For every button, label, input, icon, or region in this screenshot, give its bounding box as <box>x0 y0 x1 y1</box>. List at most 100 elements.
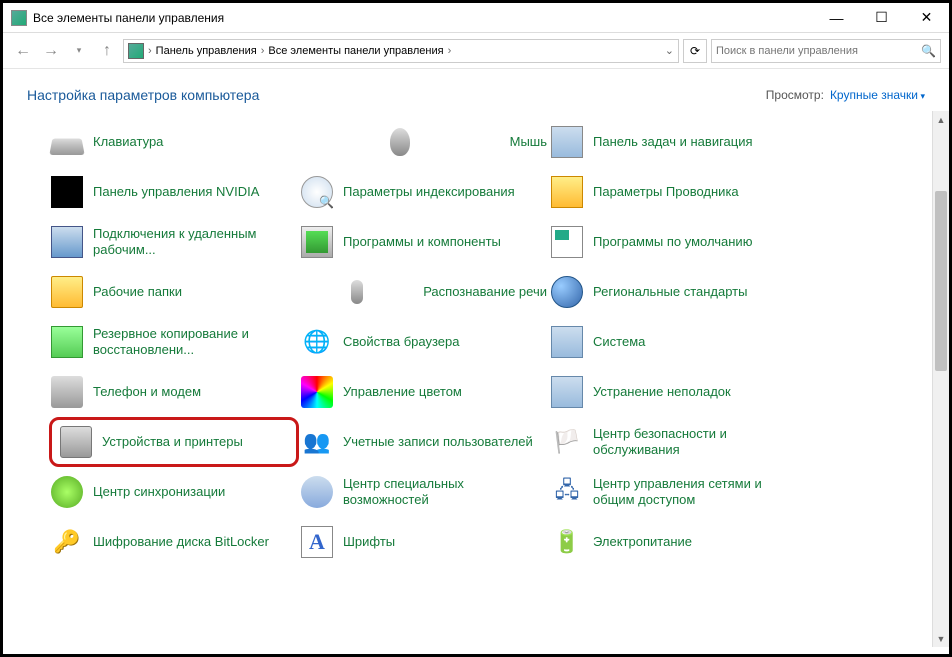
close-button[interactable]: ✕ <box>904 3 949 32</box>
forward-button[interactable]: → <box>39 39 63 63</box>
titlebar: Все элементы панели управления — ☐ ✕ <box>3 3 949 33</box>
index-icon <box>301 176 333 208</box>
header-row: Настройка параметров компьютера Просмотр… <box>3 69 949 111</box>
item-browser[interactable]: Свойства браузера <box>299 317 549 367</box>
item-mouse[interactable]: Мышь <box>299 117 549 167</box>
view-label: Просмотр: <box>766 88 824 102</box>
folder-icon <box>51 276 83 308</box>
item-fonts[interactable]: Шрифты <box>299 517 549 567</box>
mic-icon <box>351 280 363 304</box>
item-color[interactable]: Управление цветом <box>299 367 549 417</box>
item-label: Центр специальных возможностей <box>343 476 547 507</box>
color-icon <box>301 376 333 408</box>
item-label: Распознавание речи <box>423 284 547 300</box>
breadcrumb-root[interactable]: Панель управления <box>156 45 257 57</box>
scrollbar[interactable]: ▲ ▼ <box>932 111 949 647</box>
item-label: Шифрование диска BitLocker <box>93 534 269 550</box>
item-defaults[interactable]: Программы по умолчанию <box>549 217 799 267</box>
navbar: ← → ▾ ↑ › Панель управления › Все элемен… <box>3 33 949 69</box>
item-label: Управление цветом <box>343 384 462 400</box>
item-sync[interactable]: Центр синхронизации <box>49 467 299 517</box>
back-button[interactable]: ← <box>11 39 35 63</box>
globe-icon <box>551 276 583 308</box>
power-icon <box>551 526 583 558</box>
item-label: Свойства браузера <box>343 334 459 350</box>
breadcrumb[interactable]: › Панель управления › Все элементы панел… <box>123 39 679 63</box>
item-nvidia[interactable]: Панель управления NVIDIA <box>49 167 299 217</box>
recent-dropdown[interactable]: ▾ <box>67 39 91 63</box>
trouble-icon <box>551 376 583 408</box>
scroll-up-icon[interactable]: ▲ <box>933 111 949 128</box>
item-keyboard[interactable]: Клавиатура <box>49 117 299 167</box>
item-trouble[interactable]: Устранение неполадок <box>549 367 799 417</box>
item-label: Учетные записи пользователей <box>343 434 533 450</box>
explorer-icon <box>551 176 583 208</box>
remote-icon <box>51 226 83 258</box>
item-phone[interactable]: Телефон и модем <box>49 367 299 417</box>
chevron-icon: › <box>261 45 265 57</box>
item-label: Центр управления сетями и общим доступом <box>593 476 797 507</box>
network-icon <box>551 476 583 508</box>
breadcrumb-dropdown[interactable]: ⌄ <box>665 44 674 57</box>
refresh-button[interactable]: ⟳ <box>683 39 707 63</box>
item-backup[interactable]: Резервное копирование и восстановлени... <box>49 317 299 367</box>
scroll-down-icon[interactable]: ▼ <box>933 630 949 647</box>
nvidia-icon <box>51 176 83 208</box>
item-label: Система <box>593 334 645 350</box>
item-mic[interactable]: Распознавание речи <box>299 267 549 317</box>
item-remote[interactable]: Подключения к удаленным рабочим... <box>49 217 299 267</box>
item-label: Параметры Проводника <box>593 184 739 200</box>
keyboard-icon <box>49 139 84 155</box>
up-button[interactable]: ↑ <box>95 39 119 63</box>
item-label: Электропитание <box>593 534 692 550</box>
item-system[interactable]: Система <box>549 317 799 367</box>
access-icon <box>301 476 333 508</box>
window-title: Все элементы панели управления <box>33 11 814 25</box>
users-icon <box>301 426 333 458</box>
system-icon <box>551 326 583 358</box>
item-index[interactable]: Параметры индексирования <box>299 167 549 217</box>
taskbar-icon <box>551 126 583 158</box>
item-users[interactable]: Учетные записи пользователей <box>299 417 549 467</box>
scroll-thumb[interactable] <box>935 191 947 371</box>
item-label: Панель задач и навигация <box>593 134 753 150</box>
search-icon[interactable]: 🔍 <box>921 44 936 58</box>
breadcrumb-current[interactable]: Все элементы панели управления <box>268 45 443 57</box>
browser-icon <box>301 326 333 358</box>
chevron-icon: › <box>148 45 152 57</box>
defaults-icon <box>551 226 583 258</box>
page-title: Настройка параметров компьютера <box>27 87 766 103</box>
item-folder[interactable]: Рабочие папки <box>49 267 299 317</box>
phone-icon <box>51 376 83 408</box>
item-globe[interactable]: Региональные стандарты <box>549 267 799 317</box>
search-box[interactable]: 🔍 <box>711 39 941 63</box>
item-explorer[interactable]: Параметры Проводника <box>549 167 799 217</box>
maximize-button[interactable]: ☐ <box>859 3 904 32</box>
view-selector[interactable]: Крупные значки <box>830 88 925 102</box>
item-label: Региональные стандарты <box>593 284 747 300</box>
item-label: Центр синхронизации <box>93 484 225 500</box>
item-label: Резервное копирование и восстановлени... <box>93 326 297 357</box>
item-label: Устройства и принтеры <box>102 434 243 450</box>
programs-icon <box>301 226 333 258</box>
item-label: Мышь <box>510 134 547 150</box>
minimize-button[interactable]: — <box>814 3 859 32</box>
items-grid: Клавиатура Мышь Панель задач и навигация Па… <box>49 117 919 567</box>
search-input[interactable] <box>716 45 921 57</box>
item-flag[interactable]: Центр безопасности и обслуживания <box>549 417 799 467</box>
item-label: Телефон и модем <box>93 384 201 400</box>
printer-icon <box>60 426 92 458</box>
item-access[interactable]: Центр специальных возможностей <box>299 467 549 517</box>
flag-icon <box>551 426 583 458</box>
chevron-icon: › <box>448 45 452 57</box>
mouse-icon <box>390 128 410 156</box>
item-bitlocker[interactable]: Шифрование диска BitLocker <box>49 517 299 567</box>
backup-icon <box>51 326 83 358</box>
item-power[interactable]: Электропитание <box>549 517 799 567</box>
item-printer[interactable]: Устройства и принтеры <box>49 417 299 467</box>
item-network[interactable]: Центр управления сетями и общим доступом <box>549 467 799 517</box>
item-programs[interactable]: Программы и компоненты <box>299 217 549 267</box>
item-label: Центр безопасности и обслуживания <box>593 426 797 457</box>
item-label: Программы и компоненты <box>343 234 501 250</box>
item-taskbar[interactable]: Панель задач и навигация <box>549 117 799 167</box>
